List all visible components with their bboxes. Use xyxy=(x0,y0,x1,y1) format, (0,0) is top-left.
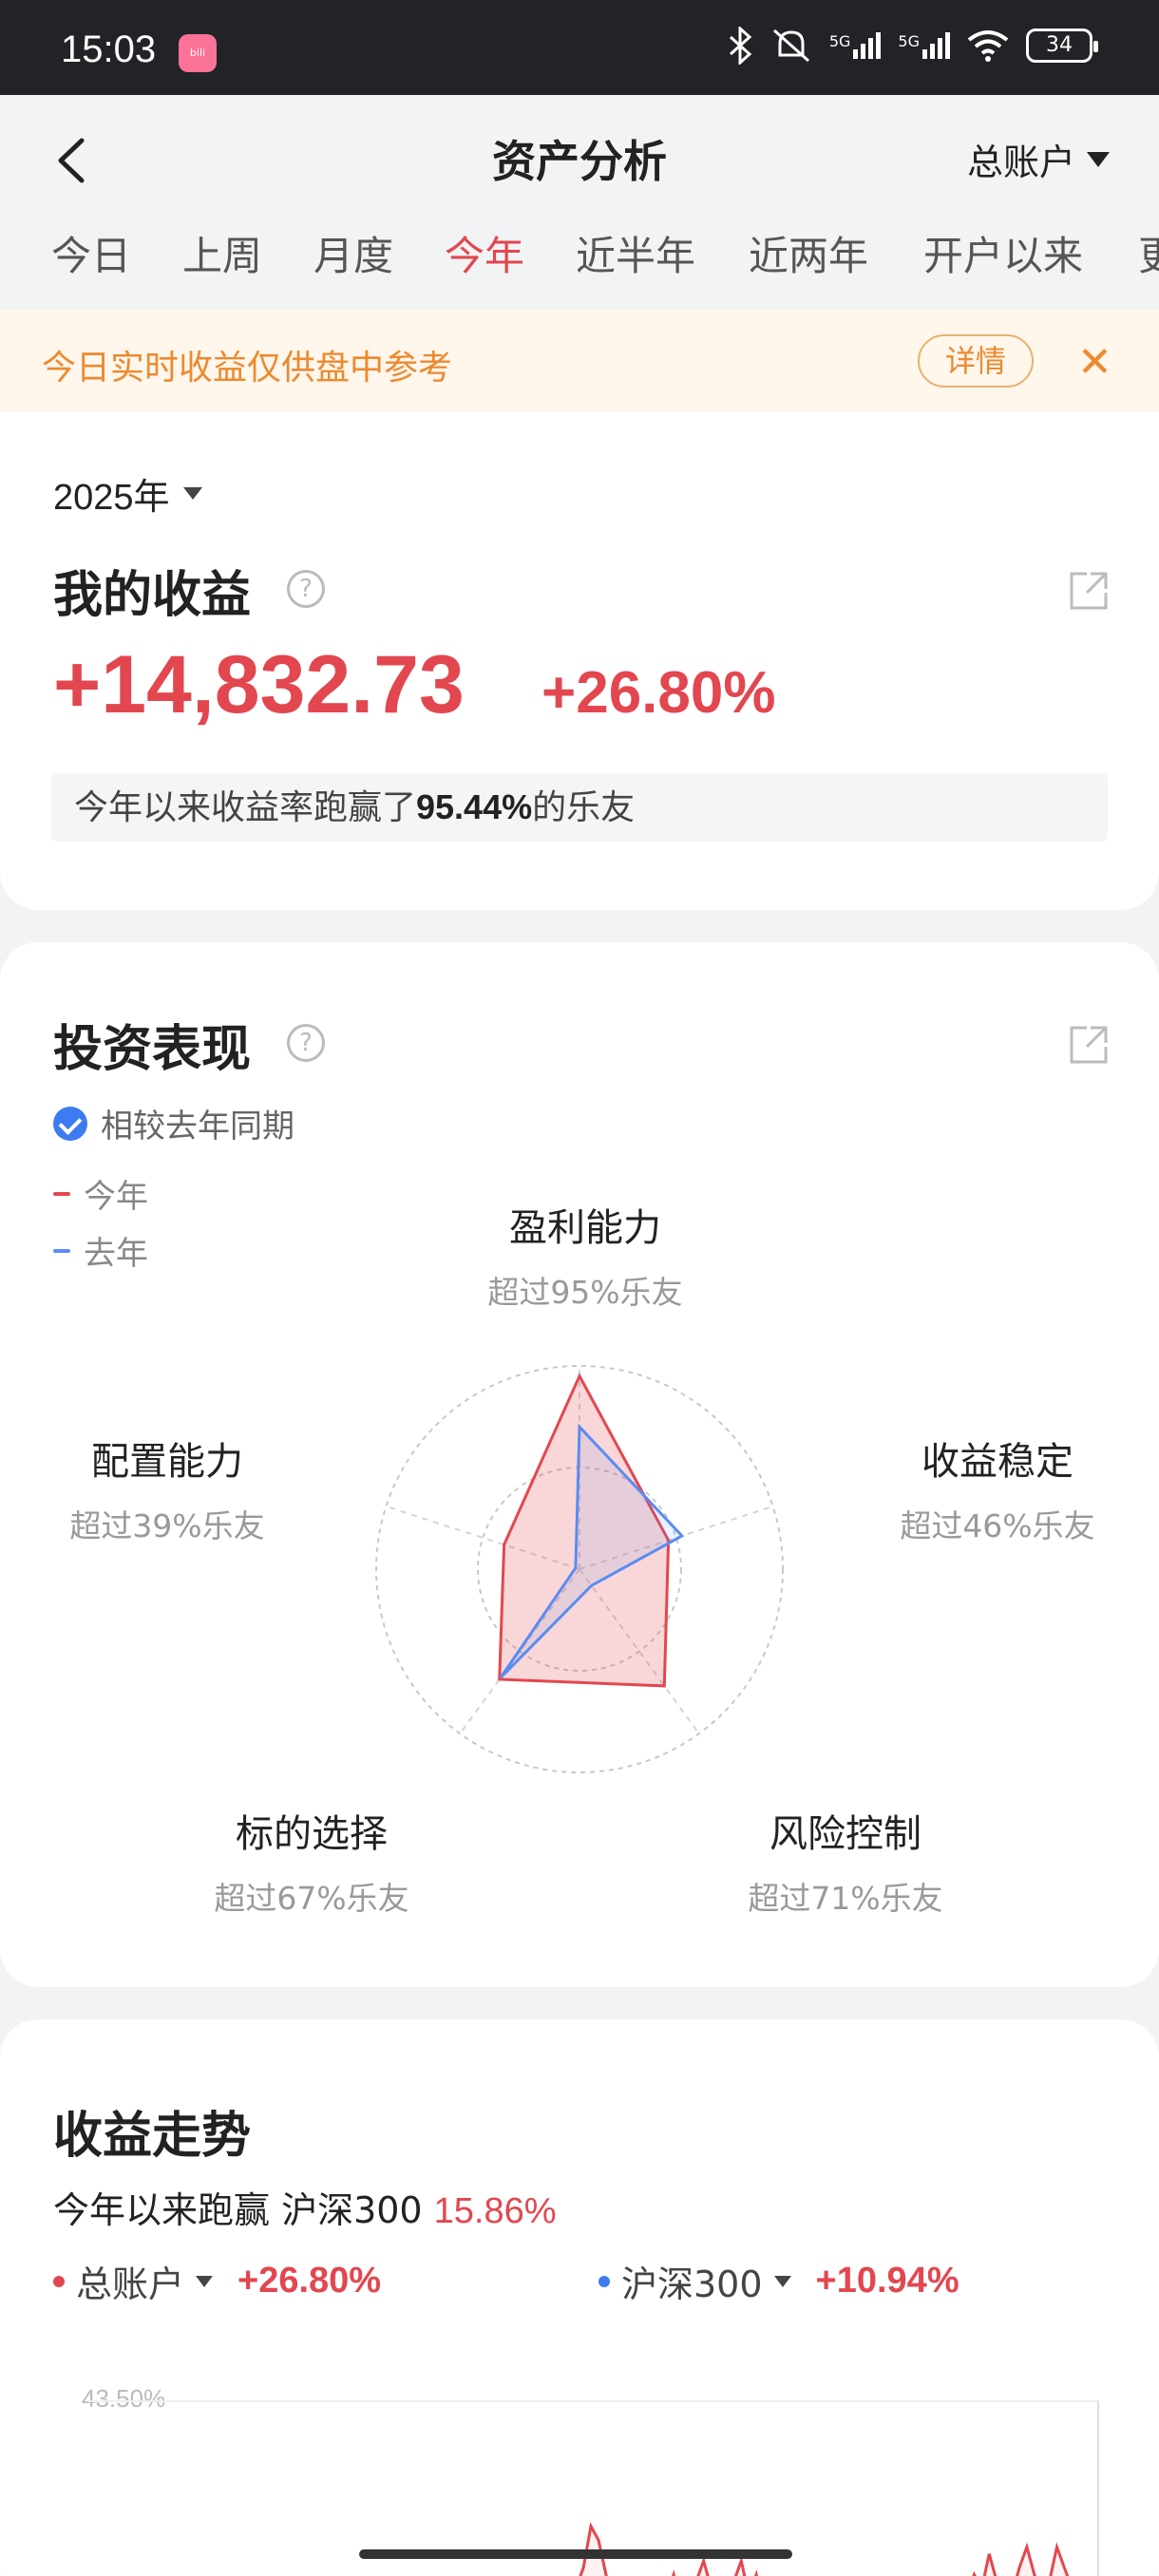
dim-name: 配置能力 xyxy=(91,1440,243,1484)
notice-banner: 今日实时收益仅供盘中参考 详情 ✕ xyxy=(0,310,1159,412)
signal-5g-icon-2: 5G xyxy=(898,32,950,59)
rank-bar: 今年以来收益率跑赢了95.44%的乐友 xyxy=(51,773,1108,842)
account-label: 总账户 xyxy=(966,142,1075,183)
tab-half-year[interactable]: 近半年 xyxy=(576,224,695,282)
series-b-value: +10.94% xyxy=(815,2261,960,2301)
dim-name: 标的选择 xyxy=(236,1812,388,1856)
status-time: 15:03 xyxy=(61,28,157,70)
account-selector[interactable]: 总账户 xyxy=(967,133,1110,185)
dim-risk-control: 风险控制 超过71%乐友 xyxy=(722,1803,969,1919)
trend-subtitle: 今年以来跑赢 沪深300 15.86% xyxy=(53,2181,557,2233)
dim-name: 收益稳定 xyxy=(922,1440,1074,1484)
rank-value: 95.44% xyxy=(416,787,533,826)
tab-today[interactable]: 今日 xyxy=(51,224,131,282)
profit-title: 我的收益 xyxy=(53,567,252,624)
bluetooth-icon xyxy=(729,27,752,65)
dropdown-triangle-icon xyxy=(773,2275,791,2287)
rank-prefix: 今年以来收益率跑赢了 xyxy=(74,788,417,827)
network-type-label-2: 5G xyxy=(898,32,920,50)
dropdown-triangle-icon xyxy=(182,487,202,500)
trend-line-chart xyxy=(87,2400,1099,2576)
dim-name: 风险控制 xyxy=(770,1812,922,1856)
trend-title: 收益走势 xyxy=(53,2108,252,2165)
help-icon[interactable]: ? xyxy=(287,570,325,608)
notice-detail-button[interactable]: 详情 xyxy=(918,334,1034,388)
series-b-name: 沪深300 xyxy=(621,2263,763,2305)
performance-card: 投资表现 ? 相较去年同期 今年 去年 盈利能力 超过95%乐友 收益稳定 超过… xyxy=(0,942,1159,1987)
share-icon[interactable] xyxy=(1068,570,1110,612)
bilibili-app-icon: bili xyxy=(179,34,217,72)
series-a-value: +26.80% xyxy=(238,2261,382,2301)
year-selector[interactable]: 2025年 xyxy=(53,467,202,520)
wifi-icon xyxy=(967,30,1009,62)
tab-last-week[interactable]: 上周 xyxy=(182,224,262,282)
dim-sub: 超过39%乐友 xyxy=(69,1507,265,1544)
dim-target-selection: 标的选择 超过67%乐友 xyxy=(188,1803,435,1919)
tab-more[interactable]: 更 xyxy=(1138,224,1159,282)
dim-profitability: 盈利能力 超过95%乐友 xyxy=(462,1197,709,1313)
series-selector-index[interactable]: 沪深300 +10.94% xyxy=(598,2255,960,2307)
dim-stability: 收益稳定 超过46%乐友 xyxy=(874,1430,1121,1546)
mute-icon xyxy=(772,28,809,63)
notice-text: 今日实时收益仅供盘中参考 xyxy=(42,349,453,388)
tab-since-opening[interactable]: 开户以来 xyxy=(923,224,1083,282)
dropdown-triangle-icon xyxy=(1087,151,1110,167)
dim-sub: 超过46%乐友 xyxy=(900,1507,1095,1544)
dim-sub: 超过71%乐友 xyxy=(748,1880,943,1917)
signal-5g-icon: 5G xyxy=(829,32,882,59)
status-bar: 15:03 bili 5G 5G 34 xyxy=(0,0,1159,95)
period-tabs: 今日 上周 月度 今年 近半年 近两年 开户以来 更 xyxy=(0,224,1159,310)
tab-two-years[interactable]: 近两年 xyxy=(749,224,868,282)
dim-sub: 超过95%乐友 xyxy=(487,1274,683,1311)
home-indicator[interactable] xyxy=(359,2549,792,2559)
series-selector-account[interactable]: 总账户 +26.80% xyxy=(53,2255,381,2307)
trend-subtitle-value: 15.86% xyxy=(433,2191,557,2231)
series-dot-red xyxy=(53,2275,65,2287)
status-icons: 5G 5G 34 xyxy=(727,27,1098,65)
battery-icon: 34 xyxy=(1026,28,1098,63)
profit-rate: +26.80% xyxy=(542,660,776,726)
series-dot-blue xyxy=(598,2275,610,2287)
dim-allocation: 配置能力 超过39%乐友 xyxy=(44,1430,291,1546)
dim-name: 盈利能力 xyxy=(509,1206,661,1250)
tab-this-year[interactable]: 今年 xyxy=(445,224,524,282)
network-type-label: 5G xyxy=(828,32,851,50)
trend-card: 收益走势 今年以来跑赢 沪深300 15.86% 总账户 +26.80% 沪深30… xyxy=(0,2019,1159,2576)
tab-monthly[interactable]: 月度 xyxy=(314,224,393,282)
trend-subtitle-prefix: 今年以来跑赢 沪深300 xyxy=(53,2189,423,2231)
series-a-name: 总账户 xyxy=(76,2263,185,2305)
rank-suffix: 的乐友 xyxy=(532,788,636,827)
close-icon[interactable]: ✕ xyxy=(1077,338,1112,387)
year-label: 2025年 xyxy=(53,478,170,518)
profit-card: 2025年 我的收益 ? +14,832.73 +26.80% 今年以来收益率跑… xyxy=(0,412,1159,910)
dim-sub: 超过67%乐友 xyxy=(214,1880,409,1917)
profit-amount: +14,832.73 xyxy=(53,639,465,730)
dropdown-triangle-icon xyxy=(196,2275,214,2287)
